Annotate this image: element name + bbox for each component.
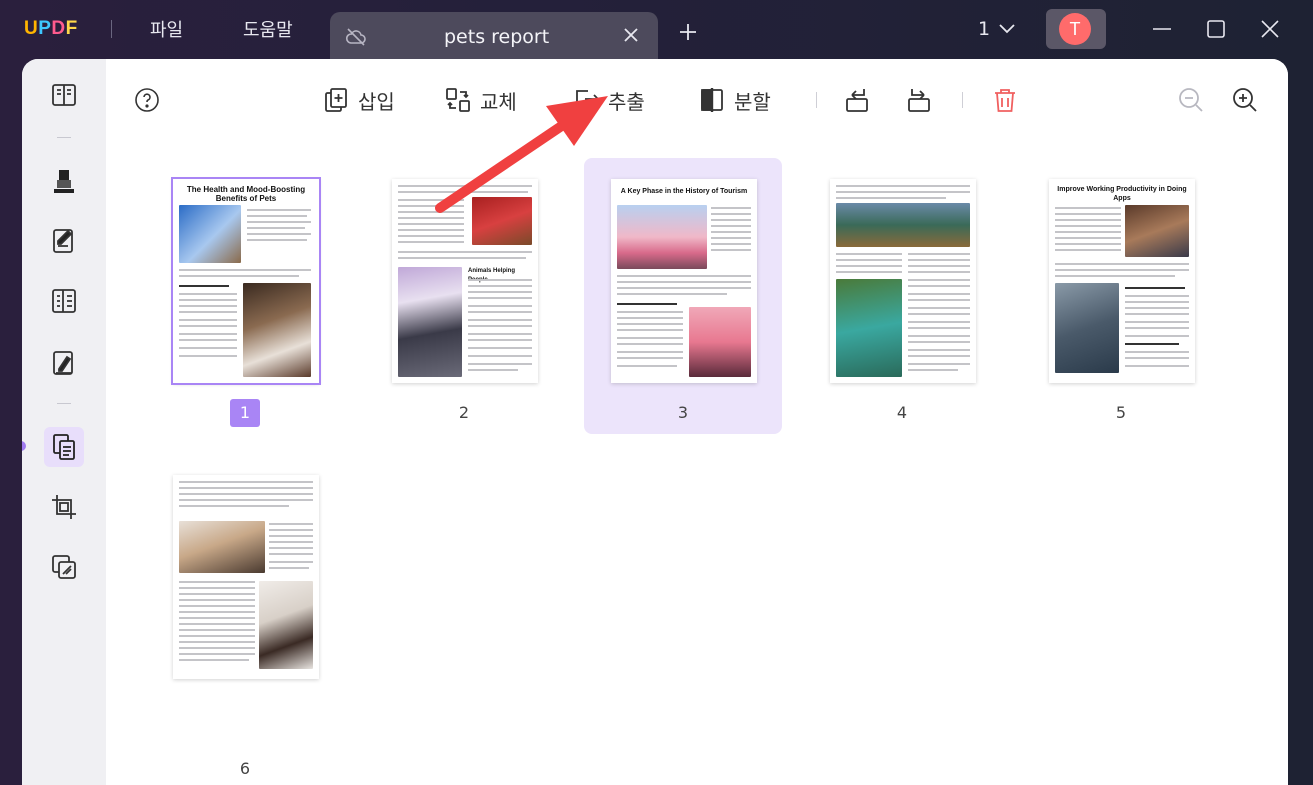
title-bar: UPDF 파일 도움말 pets report 1 T xyxy=(0,0,1313,62)
split-document-icon xyxy=(701,88,723,112)
layers-icon xyxy=(52,555,76,579)
page-title: A Key Phase in the History of Tourism xyxy=(620,188,748,195)
crop-mode-button[interactable] xyxy=(44,487,84,527)
toolbar-divider xyxy=(962,92,963,108)
page-preview[interactable]: Animals Helping People xyxy=(392,179,538,383)
app-window: 삽입 교체 추출 분할 The Health and Mood-Boosting… xyxy=(22,59,1288,785)
trash-icon[interactable] xyxy=(990,85,1020,115)
cat-photo xyxy=(179,205,241,263)
crop-icon xyxy=(52,495,76,519)
rotate-left-icon[interactable] xyxy=(842,85,872,115)
extract-page-icon xyxy=(576,90,600,111)
organize-pages-button[interactable] xyxy=(44,427,84,467)
lake-boat-photo xyxy=(836,203,970,247)
replace-label: 교체 xyxy=(480,89,517,114)
split-label: 분할 xyxy=(734,89,771,114)
page-thumbnail-5[interactable]: Improve Working Productivity in Doing Ap… xyxy=(1042,163,1240,439)
page-number-1: 1 xyxy=(230,399,260,427)
reader-mode-button[interactable] xyxy=(44,75,84,115)
comment-mode-button[interactable] xyxy=(44,161,84,201)
avatar: T xyxy=(1059,13,1091,45)
page-number-5: 5 xyxy=(1115,403,1127,422)
dog-christmas-photo xyxy=(472,197,532,245)
document-tab[interactable]: pets report xyxy=(330,12,658,62)
river-photo xyxy=(836,279,902,377)
left-sidebar xyxy=(22,59,106,785)
page-number-6: 6 xyxy=(239,759,251,778)
form-mode-button[interactable] xyxy=(44,281,84,321)
rotate-right-icon[interactable] xyxy=(904,85,934,115)
book-icon xyxy=(52,84,76,106)
page-tools-button[interactable] xyxy=(44,547,84,587)
window-count: 1 xyxy=(978,18,991,40)
page-preview[interactable]: A Key Phase in the History of Tourism xyxy=(611,179,757,383)
active-indicator xyxy=(22,441,26,451)
dog-cat-photo xyxy=(243,283,311,377)
close-window-icon[interactable] xyxy=(1259,18,1281,40)
edit-document-icon xyxy=(53,229,73,253)
edit-mode-button[interactable] xyxy=(44,221,84,261)
page-heading: Animals Helping People xyxy=(468,268,516,283)
page-thumbnail-3[interactable]: A Key Phase in the History of Tourism 3 xyxy=(584,158,782,434)
organize-pages-panel: 삽입 교체 추출 분할 The Health and Mood-Boosting… xyxy=(106,59,1288,785)
insert-label: 삽입 xyxy=(358,89,395,114)
page-thumbnail-2[interactable]: Animals Helping People 2 xyxy=(385,163,583,439)
extract-label: 추출 xyxy=(608,89,645,114)
cat-flower-photo xyxy=(398,267,462,377)
zoom-in-icon[interactable] xyxy=(1230,85,1260,115)
page-preview[interactable]: Improve Working Productivity in Doing Ap… xyxy=(1049,179,1195,383)
zoom-out-icon[interactable] xyxy=(1176,85,1206,115)
close-tab-icon[interactable] xyxy=(620,24,642,46)
sidebar-divider xyxy=(57,403,71,404)
form-icon xyxy=(52,289,76,313)
page-title: The Health and Mood-Boosting Benefits of… xyxy=(186,185,306,203)
cloud-off-icon[interactable] xyxy=(344,25,368,49)
page-thumbnail-1[interactable]: The Health and Mood-Boosting Benefits of… xyxy=(166,163,364,439)
add-tab-icon[interactable] xyxy=(678,22,698,42)
help-icon[interactable] xyxy=(134,87,160,113)
replace-page-icon xyxy=(446,88,470,112)
insert-button[interactable]: 삽입 xyxy=(322,85,395,115)
organize-pages-icon xyxy=(53,434,75,460)
page-thumbnail-6[interactable]: 6 xyxy=(166,459,364,778)
sign-document-icon xyxy=(53,351,73,375)
user-avatar-button[interactable]: T xyxy=(1046,9,1106,49)
menu-file[interactable]: 파일 xyxy=(150,16,183,42)
extract-button[interactable]: 추출 xyxy=(572,85,645,115)
page-number-3: 3 xyxy=(677,403,689,422)
page-preview[interactable] xyxy=(830,179,976,383)
page-title: Improve Working Productivity in Doing Ap… xyxy=(1057,186,1187,202)
replace-button[interactable]: 교체 xyxy=(444,85,517,115)
chevron-down-icon[interactable] xyxy=(998,22,1016,36)
woman-writing-photo xyxy=(259,581,313,669)
menu-help[interactable]: 도움말 xyxy=(243,16,293,42)
updf-logo: UPDF xyxy=(24,18,78,39)
sign-mode-button[interactable] xyxy=(44,343,84,383)
tab-title: pets report xyxy=(444,26,550,48)
eiffel-tower-photo xyxy=(689,307,751,377)
organize-toolbar: 삽입 교체 추출 분할 xyxy=(106,59,1288,139)
page-preview[interactable]: The Health and Mood-Boosting Benefits of… xyxy=(171,177,321,385)
title-divider xyxy=(111,20,112,38)
toolbar-divider xyxy=(816,92,817,108)
maximize-icon[interactable] xyxy=(1205,18,1227,40)
laptop-woman-photo xyxy=(179,521,265,573)
split-button[interactable]: 분할 xyxy=(698,85,771,115)
page-number-2: 2 xyxy=(458,403,470,422)
sidebar-divider xyxy=(57,137,71,138)
page-thumbnail-4[interactable]: 4 xyxy=(823,163,1021,439)
insert-page-icon xyxy=(325,88,347,112)
office-photo xyxy=(1055,283,1119,373)
pink-car-photo xyxy=(617,205,707,269)
meeting-photo xyxy=(1125,205,1189,257)
page-number-4: 4 xyxy=(896,403,908,422)
page-preview[interactable] xyxy=(173,475,319,679)
highlighter-icon xyxy=(54,170,74,193)
minimize-icon[interactable] xyxy=(1151,18,1173,40)
